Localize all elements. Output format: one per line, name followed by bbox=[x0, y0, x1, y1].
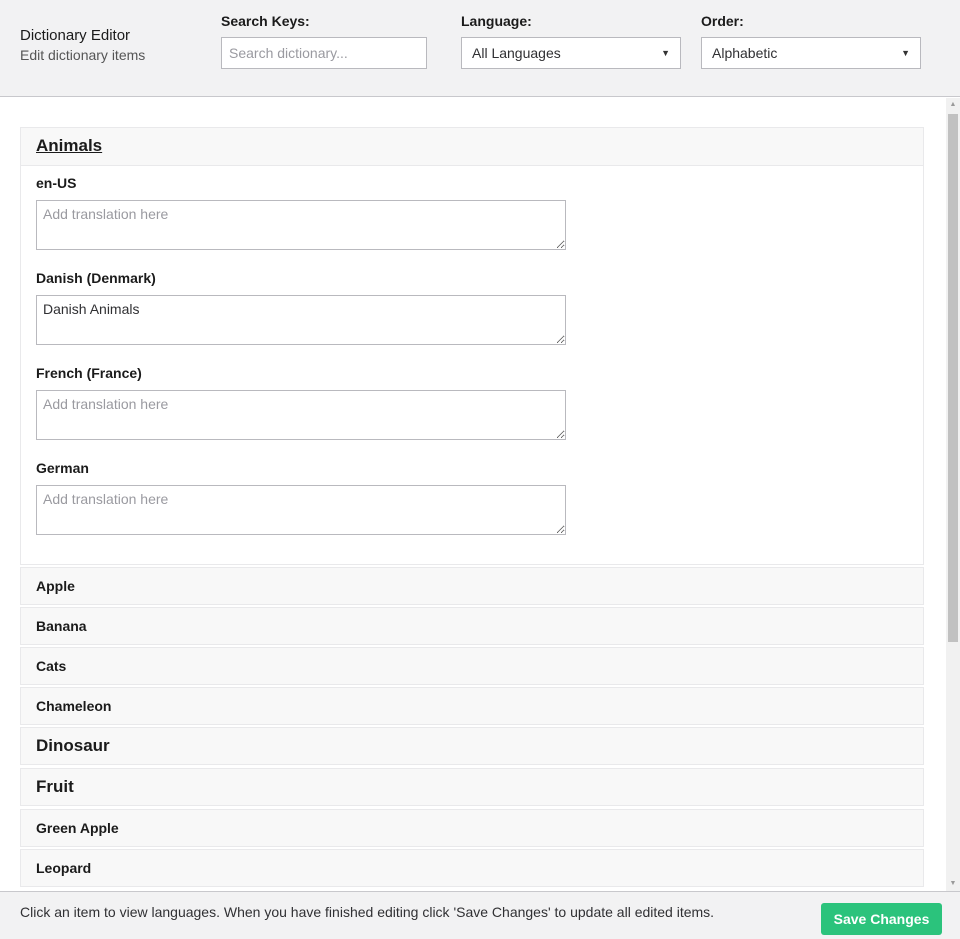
language-field-label: en-US bbox=[36, 175, 77, 191]
dictionary-item[interactable]: Banana bbox=[20, 607, 924, 645]
expanded-item-header[interactable]: Animals bbox=[21, 128, 923, 166]
scroll-up-icon[interactable]: ▲ bbox=[946, 98, 960, 112]
page-subtitle: Edit dictionary items bbox=[20, 47, 146, 63]
scrollbar-thumb[interactable] bbox=[948, 114, 958, 642]
order-select[interactable]: Alphabetic ▼ bbox=[701, 37, 921, 69]
order-filter: Order: Alphabetic ▼ bbox=[701, 12, 921, 69]
dictionary-item[interactable]: Chameleon bbox=[20, 687, 924, 725]
caret-down-icon: ▼ bbox=[901, 48, 910, 58]
order-label: Order: bbox=[701, 13, 744, 29]
language-field: en-US bbox=[36, 175, 566, 255]
language-field: French (France) bbox=[36, 365, 566, 445]
caret-down-icon: ▼ bbox=[661, 48, 670, 58]
save-changes-button[interactable]: Save Changes bbox=[821, 903, 942, 935]
language-field-label: French (France) bbox=[36, 365, 142, 381]
translation-input[interactable] bbox=[36, 485, 566, 535]
scroll-down-icon[interactable]: ▼ bbox=[946, 877, 960, 891]
brand: Dictionary Editor Edit dictionary items bbox=[20, 27, 145, 64]
scrollbar[interactable]: ▲ ▼ bbox=[946, 98, 960, 891]
toolbar: Dictionary Editor Edit dictionary items … bbox=[0, 0, 960, 97]
order-select-value: Alphabetic bbox=[712, 45, 778, 61]
dictionary-item[interactable]: Fruit bbox=[20, 768, 924, 806]
language-field-label: Danish (Denmark) bbox=[36, 270, 156, 286]
dictionary-item[interactable]: Dinosaur bbox=[20, 727, 924, 765]
help-text: Click an item to view languages. When yo… bbox=[20, 904, 715, 920]
dictionary-item[interactable]: Cats bbox=[20, 647, 924, 685]
dictionary-item[interactable]: Apple bbox=[20, 567, 924, 605]
language-select-value: All Languages bbox=[472, 45, 561, 61]
search-filter: Search Keys: bbox=[221, 12, 427, 69]
search-input[interactable] bbox=[221, 37, 427, 69]
language-field-label: German bbox=[36, 460, 89, 476]
language-filter: Language: All Languages ▼ bbox=[461, 12, 681, 69]
language-select[interactable]: All Languages ▼ bbox=[461, 37, 681, 69]
expanded-dictionary-item: Animals en-US Danish (Denmark) Danish An… bbox=[20, 127, 924, 565]
translation-input[interactable]: Danish Animals bbox=[36, 295, 566, 345]
translation-input[interactable] bbox=[36, 200, 566, 250]
translation-input[interactable] bbox=[36, 390, 566, 440]
language-label: Language: bbox=[461, 13, 532, 29]
expanded-item-title[interactable]: Animals bbox=[36, 136, 102, 155]
dictionary-item[interactable]: Leopard bbox=[20, 849, 924, 887]
search-label: Search Keys: bbox=[221, 13, 310, 29]
footer: Click an item to view languages. When yo… bbox=[0, 891, 960, 939]
language-field: Danish (Denmark) Danish Animals bbox=[36, 270, 566, 350]
language-field: German bbox=[36, 460, 566, 540]
dictionary-list: Animals en-US Danish (Denmark) Danish An… bbox=[0, 98, 946, 891]
dictionary-item[interactable]: Green Apple bbox=[20, 809, 924, 847]
page-title: Dictionary Editor bbox=[20, 27, 131, 44]
